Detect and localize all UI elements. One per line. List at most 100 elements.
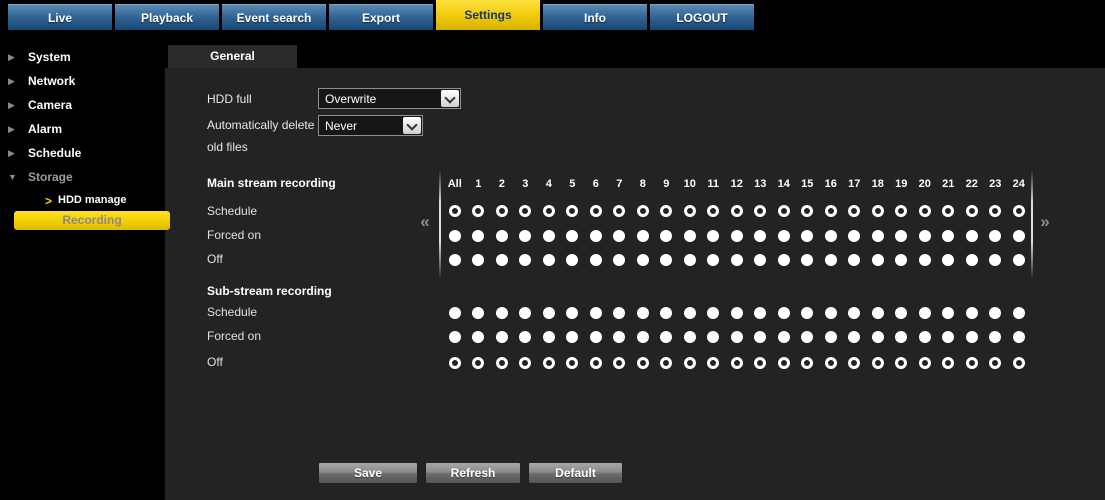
radio-off-ch-21[interactable]	[942, 357, 955, 369]
radio-schedule-ch-17[interactable]	[848, 307, 861, 319]
radio-forced-on-ch-11[interactable]	[707, 331, 720, 343]
radio-forced-on-ch-20[interactable]	[918, 230, 931, 242]
radio-forced-on-ch-22[interactable]	[965, 331, 978, 343]
radio-off-ch-18[interactable]	[871, 357, 884, 369]
radio-off-ch-all[interactable]	[448, 254, 461, 266]
radio-off-ch-9[interactable]	[660, 254, 673, 266]
radio-forced-on-ch-4[interactable]	[542, 331, 555, 343]
radio-schedule-ch-1[interactable]	[472, 205, 485, 217]
radio-off-ch-6[interactable]	[589, 254, 602, 266]
radio-schedule-ch-19[interactable]	[895, 307, 908, 319]
radio-forced-on-ch-7[interactable]	[613, 230, 626, 242]
radio-schedule-ch-12[interactable]	[730, 205, 743, 217]
radio-forced-on-ch-14[interactable]	[777, 230, 790, 242]
radio-schedule-ch-24[interactable]	[1012, 307, 1025, 319]
radio-forced-on-ch-17[interactable]	[848, 230, 861, 242]
radio-off-ch-5[interactable]	[566, 357, 579, 369]
radio-schedule-ch-10[interactable]	[683, 307, 696, 319]
sidebar-item-schedule[interactable]: ▶ Schedule	[0, 145, 165, 161]
nav-tab-logout[interactable]: LOGOUT	[650, 4, 754, 30]
radio-forced-on-ch-17[interactable]	[848, 331, 861, 343]
radio-forced-on-ch-19[interactable]	[895, 331, 908, 343]
radio-forced-on-ch-16[interactable]	[824, 230, 837, 242]
radio-forced-on-ch-13[interactable]	[754, 331, 767, 343]
radio-forced-on-ch-2[interactable]	[495, 230, 508, 242]
radio-schedule-ch-7[interactable]	[613, 205, 626, 217]
radio-forced-on-ch-22[interactable]	[965, 230, 978, 242]
radio-forced-on-ch-20[interactable]	[918, 331, 931, 343]
radio-off-ch-11[interactable]	[707, 357, 720, 369]
radio-schedule-ch-24[interactable]	[1012, 205, 1025, 217]
radio-schedule-ch-16[interactable]	[824, 307, 837, 319]
radio-off-ch-17[interactable]	[848, 254, 861, 266]
default-button[interactable]: Default	[528, 462, 623, 484]
radio-forced-on-ch-15[interactable]	[801, 331, 814, 343]
radio-forced-on-ch-18[interactable]	[871, 230, 884, 242]
radio-off-ch-6[interactable]	[589, 357, 602, 369]
radio-off-ch-9[interactable]	[660, 357, 673, 369]
nav-tab-live[interactable]: Live	[8, 4, 112, 30]
radio-off-ch-22[interactable]	[965, 357, 978, 369]
radio-schedule-ch-2[interactable]	[495, 307, 508, 319]
radio-schedule-ch-22[interactable]	[965, 205, 978, 217]
radio-off-ch-21[interactable]	[942, 254, 955, 266]
nav-tab-export[interactable]: Export	[329, 4, 433, 30]
radio-schedule-ch-11[interactable]	[707, 205, 720, 217]
radio-schedule-ch-3[interactable]	[519, 205, 532, 217]
radio-forced-on-ch-13[interactable]	[754, 230, 767, 242]
radio-forced-on-ch-9[interactable]	[660, 331, 673, 343]
radio-off-ch-12[interactable]	[730, 254, 743, 266]
sidebar-item-storage[interactable]: ▼ Storage	[0, 169, 165, 185]
radio-schedule-ch-15[interactable]	[801, 307, 814, 319]
radio-schedule-ch-23[interactable]	[989, 205, 1002, 217]
radio-off-ch-8[interactable]	[636, 254, 649, 266]
radio-forced-on-ch-3[interactable]	[519, 230, 532, 242]
radio-schedule-ch-21[interactable]	[942, 205, 955, 217]
refresh-button[interactable]: Refresh	[425, 462, 521, 484]
radio-off-ch-19[interactable]	[895, 254, 908, 266]
radio-schedule-ch-22[interactable]	[965, 307, 978, 319]
radio-forced-on-ch-all[interactable]	[448, 230, 461, 242]
radio-forced-on-ch-12[interactable]	[730, 230, 743, 242]
radio-schedule-ch-5[interactable]	[566, 205, 579, 217]
radio-schedule-ch-20[interactable]	[918, 307, 931, 319]
sidebar-item-system[interactable]: ▶ System	[0, 49, 165, 65]
radio-forced-on-ch-8[interactable]	[636, 230, 649, 242]
radio-off-ch-2[interactable]	[495, 254, 508, 266]
radio-off-ch-10[interactable]	[683, 254, 696, 266]
sidebar-item-alarm[interactable]: ▶ Alarm	[0, 121, 165, 137]
radio-forced-on-ch-2[interactable]	[495, 331, 508, 343]
radio-schedule-ch-14[interactable]	[777, 205, 790, 217]
radio-schedule-ch-19[interactable]	[895, 205, 908, 217]
radio-schedule-ch-8[interactable]	[636, 307, 649, 319]
radio-off-ch-15[interactable]	[801, 357, 814, 369]
tab-general[interactable]: General	[168, 45, 297, 68]
radio-forced-on-ch-10[interactable]	[683, 230, 696, 242]
sidebar-item-camera[interactable]: ▶ Camera	[0, 97, 165, 113]
radio-forced-on-ch-12[interactable]	[730, 331, 743, 343]
radio-off-ch-1[interactable]	[472, 254, 485, 266]
radio-off-ch-24[interactable]	[1012, 254, 1025, 266]
radio-off-ch-11[interactable]	[707, 254, 720, 266]
radio-forced-on-ch-7[interactable]	[613, 331, 626, 343]
radio-forced-on-ch-10[interactable]	[683, 331, 696, 343]
radio-forced-on-ch-1[interactable]	[472, 331, 485, 343]
radio-schedule-ch-20[interactable]	[918, 205, 931, 217]
radio-off-ch-10[interactable]	[683, 357, 696, 369]
nav-tab-info[interactable]: Info	[543, 4, 647, 30]
radio-forced-on-ch-21[interactable]	[942, 331, 955, 343]
radio-off-ch-14[interactable]	[777, 357, 790, 369]
radio-schedule-ch-4[interactable]	[542, 205, 555, 217]
radio-schedule-ch-4[interactable]	[542, 307, 555, 319]
radio-off-ch-17[interactable]	[848, 357, 861, 369]
radio-schedule-ch-6[interactable]	[589, 205, 602, 217]
radio-forced-on-ch-23[interactable]	[989, 331, 1002, 343]
radio-off-ch-16[interactable]	[824, 254, 837, 266]
radio-forced-on-ch-18[interactable]	[871, 331, 884, 343]
radio-schedule-ch-6[interactable]	[589, 307, 602, 319]
radio-off-ch-2[interactable]	[495, 357, 508, 369]
radio-forced-on-ch-9[interactable]	[660, 230, 673, 242]
radio-schedule-ch-14[interactable]	[777, 307, 790, 319]
radio-schedule-ch-3[interactable]	[519, 307, 532, 319]
radio-forced-on-ch-5[interactable]	[566, 230, 579, 242]
